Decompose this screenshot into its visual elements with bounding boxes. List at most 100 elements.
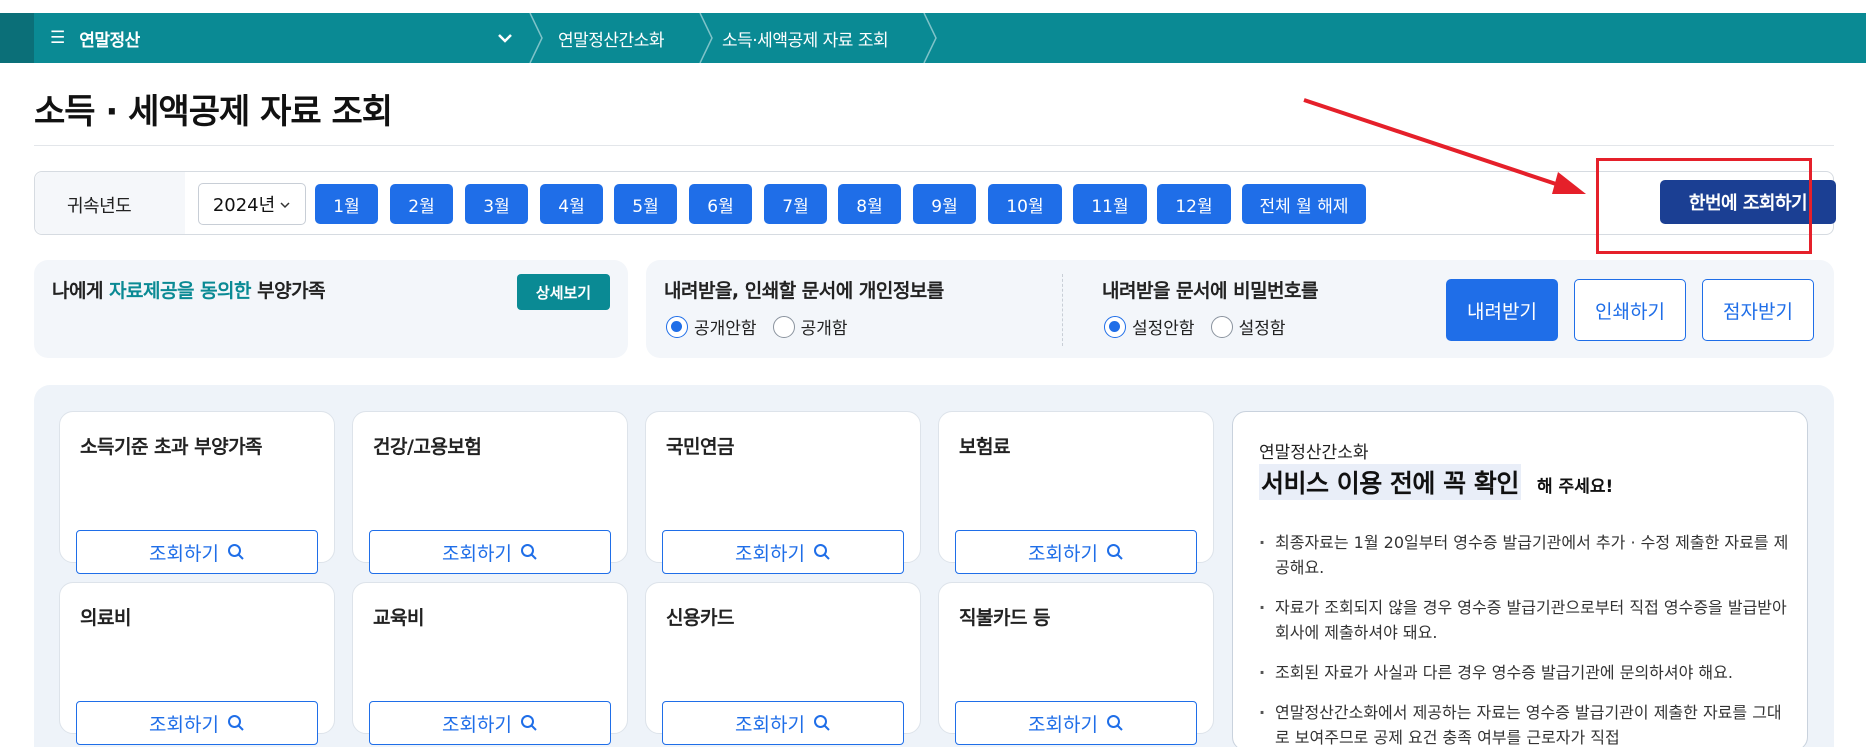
privacy-question: 내려받을, 인쇄할 문서에 개인정보를 <box>664 280 944 302</box>
query-button-label: 조회하기 <box>735 713 805 736</box>
braille-button[interactable]: 점자받기 <box>1702 279 1814 341</box>
year-label: 귀속년도 <box>67 196 132 217</box>
query-button[interactable]: 조회하기 <box>369 530 611 574</box>
top-nav: ☰ 연말정산 연말정산간소화 소득·세액공제 자료 조회 <box>0 13 1866 63</box>
nav-menu[interactable]: ☰ 연말정산 <box>50 13 140 63</box>
query-button[interactable]: 조회하기 <box>76 701 318 745</box>
card-title: 의료비 <box>80 607 131 629</box>
nav-edge <box>0 13 34 63</box>
query-button[interactable]: 조회하기 <box>662 530 904 574</box>
category-card: 국민연금 조회하기 <box>645 411 921 574</box>
card-title: 건강/고용보험 <box>373 436 482 458</box>
query-button-label: 조회하기 <box>1028 713 1098 736</box>
chevron-down-icon[interactable] <box>496 25 514 56</box>
card-title: 보험료 <box>959 436 1010 458</box>
month-button-7[interactable]: 7월 <box>764 184 827 224</box>
privacy-hide-label[interactable]: 공개안함 <box>694 314 757 339</box>
query-button-label: 조회하기 <box>1028 542 1098 565</box>
query-button-label: 조회하기 <box>735 542 805 565</box>
consent-text: 나에게 자료제공을 동의한 부양가족 <box>52 276 326 303</box>
privacy-hide-radio[interactable] <box>666 315 688 338</box>
document-options-panel: 내려받을, 인쇄할 문서에 개인정보를 공개안함 공개함 내려받을 문서에 비밀… <box>646 260 1834 358</box>
category-card: 신용카드 조회하기 <box>645 582 921 745</box>
password-yes-radio[interactable] <box>1210 315 1233 338</box>
query-button-label: 조회하기 <box>149 542 219 565</box>
search-icon <box>813 544 830 560</box>
search-icon <box>813 715 830 731</box>
notice-list: 최종자료는 1월 20일부터 영수증 발급기관에서 추가 · 수정 제출한 자료… <box>1259 530 1789 747</box>
category-card: 교육비 조회하기 <box>352 582 628 745</box>
breadcrumb-separator <box>922 13 942 63</box>
query-button[interactable]: 조회하기 <box>76 530 318 574</box>
breadcrumb-separator <box>528 13 548 63</box>
print-button[interactable]: 인쇄하기 <box>1574 279 1686 341</box>
category-card: 의료비 조회하기 <box>59 582 335 745</box>
nav-menu-title[interactable]: 연말정산 <box>79 26 140 51</box>
download-button[interactable]: 내려받기 <box>1446 279 1558 341</box>
query-button-label: 조회하기 <box>442 542 512 565</box>
service-notice-panel: 연말정산간소화 서비스 이용 전에 꼭 확인 해 주세요! 최종자료는 1월 2… <box>1232 411 1808 747</box>
query-button-label: 조회하기 <box>442 713 512 736</box>
year-select-value: 2024년 <box>212 195 276 216</box>
card-title: 신용카드 <box>666 607 734 629</box>
search-icon <box>1106 715 1123 731</box>
hamburger-icon[interactable]: ☰ <box>50 28 65 48</box>
privacy-radio-group: 공개안함 공개함 <box>666 314 857 339</box>
notice-subtitle: 연말정산간소화 <box>1259 443 1369 463</box>
password-question: 내려받을 문서에 비밀번호를 <box>1102 280 1319 302</box>
consent-pre: 나에게 <box>52 280 110 302</box>
notice-item: 자료가 조회되지 않을 경우 영수증 발급기관으로부터 직접 영수증을 발급받아… <box>1259 595 1789 645</box>
month-button-9[interactable]: 9월 <box>913 184 976 224</box>
search-icon <box>227 544 244 560</box>
card-title: 교육비 <box>373 607 424 629</box>
notice-headline-suffix: 해 주세요! <box>1537 477 1614 497</box>
privacy-show-radio[interactable] <box>772 315 795 338</box>
month-button-10[interactable]: 10월 <box>988 184 1062 224</box>
password-no-label[interactable]: 설정안함 <box>1132 314 1195 339</box>
month-button-12[interactable]: 12월 <box>1157 184 1231 224</box>
search-icon <box>1106 544 1123 560</box>
consent-highlight: 자료제공을 동의한 <box>109 280 252 302</box>
card-title: 국민연금 <box>666 436 734 458</box>
consent-post: 부양가족 <box>251 280 326 302</box>
month-button-8[interactable]: 8월 <box>838 184 901 224</box>
chevron-down-icon <box>279 194 291 215</box>
query-button-label: 조회하기 <box>149 713 219 736</box>
password-no-radio[interactable] <box>1104 315 1126 338</box>
card-title: 소득기준 초과 부양가족 <box>80 436 263 458</box>
page-title: 소득 · 세액공제 자료 조회 <box>34 92 393 132</box>
annotation-highlight-box <box>1596 158 1812 254</box>
query-button[interactable]: 조회하기 <box>955 701 1197 745</box>
month-button-4[interactable]: 4월 <box>540 184 603 224</box>
detail-button[interactable]: 상세보기 <box>517 274 610 310</box>
month-button-3[interactable]: 3월 <box>465 184 528 224</box>
breadcrumb-item-simplified[interactable]: 연말정산간소화 <box>558 13 664 63</box>
privacy-show-label[interactable]: 공개함 <box>801 314 848 339</box>
search-icon <box>520 715 537 731</box>
query-button[interactable]: 조회하기 <box>955 530 1197 574</box>
password-radio-group: 설정안함 설정함 <box>1104 314 1295 339</box>
month-button-5[interactable]: 5월 <box>614 184 677 224</box>
annotation-arrow-icon <box>1303 98 1586 194</box>
search-icon <box>520 544 537 560</box>
query-button[interactable]: 조회하기 <box>369 701 611 745</box>
notice-item: 연말정산간소화에서 제공하는 자료는 영수증 발급기관이 제출한 자료를 그대로… <box>1259 700 1789 747</box>
month-button-11[interactable]: 11월 <box>1073 184 1147 224</box>
month-button-2[interactable]: 2월 <box>390 184 453 224</box>
card-title: 직불카드 등 <box>959 607 1051 629</box>
password-yes-label[interactable]: 설정함 <box>1239 314 1286 339</box>
breadcrumb-item-current[interactable]: 소득·세액공제 자료 조회 <box>722 13 889 63</box>
month-button-6[interactable]: 6월 <box>689 184 752 224</box>
query-button[interactable]: 조회하기 <box>662 701 904 745</box>
year-select[interactable]: 2024년 <box>198 183 306 225</box>
category-card: 건강/고용보험 조회하기 <box>352 411 628 574</box>
breadcrumb-separator <box>698 13 718 63</box>
category-card: 보험료 조회하기 <box>938 411 1214 574</box>
notice-item: 조회된 자료가 사실과 다른 경우 영수증 발급기관에 문의하셔야 해요. <box>1259 660 1789 685</box>
month-button-1[interactable]: 1월 <box>315 184 378 224</box>
divider <box>1062 274 1063 346</box>
notice-headline: 서비스 이용 전에 꼭 확인 <box>1259 464 1521 500</box>
notice-item: 최종자료는 1월 20일부터 영수증 발급기관에서 추가 · 수정 제출한 자료… <box>1259 530 1789 580</box>
dependents-consent-panel: 나에게 자료제공을 동의한 부양가족 상세보기 <box>34 260 628 358</box>
category-card: 소득기준 초과 부양가족 조회하기 <box>59 411 335 574</box>
